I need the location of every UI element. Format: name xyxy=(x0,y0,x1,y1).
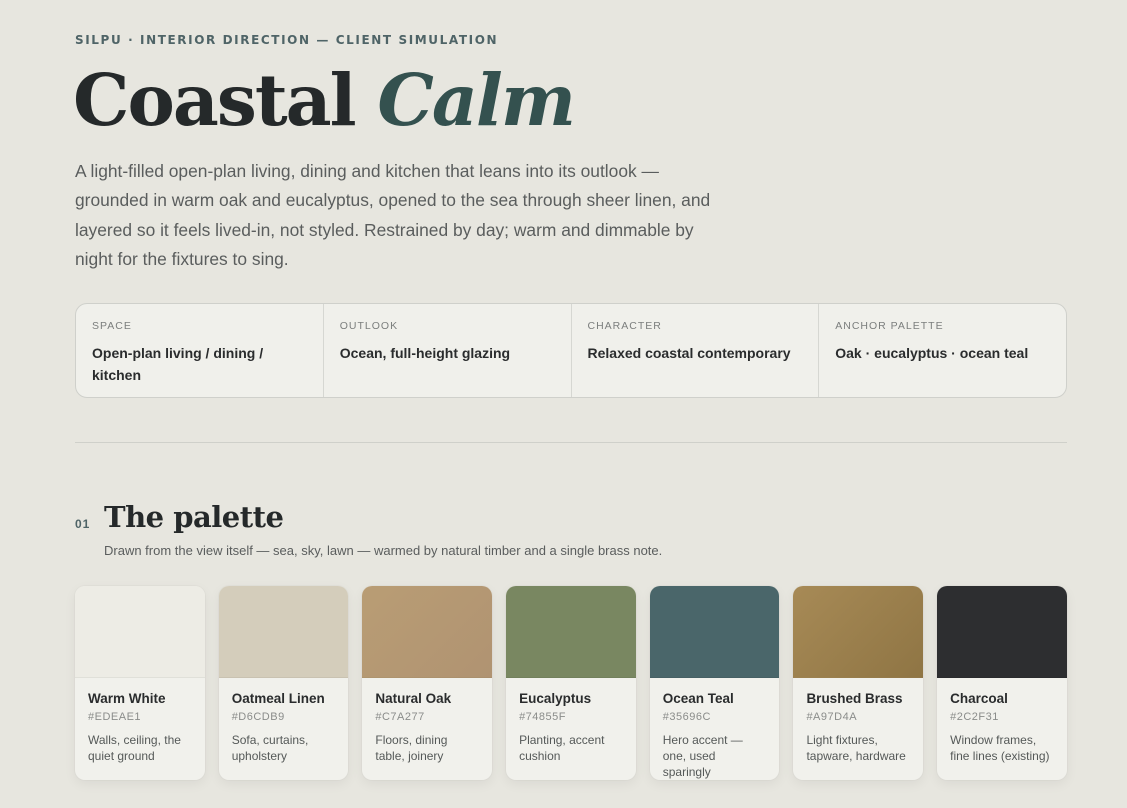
swatch-hex: #EDEAE1 xyxy=(88,711,142,723)
section-number: 01 xyxy=(75,517,91,531)
color-chip xyxy=(793,586,924,678)
fact-space: SPACE Open-plan living / dining / kitche… xyxy=(76,304,324,397)
color-chip xyxy=(937,586,1067,678)
swatch-oatmeal-linen[interactable]: Oatmeal Linen #D6CDB9 Sofa, curtains, up… xyxy=(218,586,349,780)
section-title: The palette xyxy=(104,500,284,534)
swatch-use: Walls, ceiling, the quiet ground xyxy=(88,733,181,763)
swatch-hex: #C7A277 xyxy=(375,711,425,723)
swatch-use: Sofa, curtains, upholstery xyxy=(231,733,309,763)
section-divider xyxy=(75,442,1067,443)
eyebrow: SILPU · INTERIOR DIRECTION — CLIENT SIMU… xyxy=(75,33,499,47)
page-title: Coastal Calm xyxy=(73,58,576,142)
section-subtitle: Drawn from the view itself — sea, sky, l… xyxy=(104,543,663,558)
color-chip xyxy=(649,586,780,678)
fact-value: Relaxed coastal contemporary xyxy=(587,345,791,361)
swatch-name: Oatmeal Linen xyxy=(231,691,325,706)
swatch-natural-oak[interactable]: Natural Oak #C7A277 Floors, dining table… xyxy=(362,586,493,780)
swatch-hex: #A97D4A xyxy=(806,711,858,723)
fact-value: Ocean, full-height glazing xyxy=(339,345,511,361)
swatch-name: Eucalyptus xyxy=(519,691,592,706)
color-chip xyxy=(506,586,636,678)
swatch-use: Light fixtures, tapware, hardware xyxy=(806,733,906,763)
swatch-warm-white[interactable]: Warm White #EDEAE1 Walls, ceiling, the q… xyxy=(75,586,205,780)
swatch-name: Brushed Brass xyxy=(806,691,903,706)
swatch-name: Charcoal xyxy=(950,691,1008,706)
fact-label: CHARACTER xyxy=(587,320,662,332)
fact-label: OUTLOOK xyxy=(339,320,399,332)
fact-value: Oak · eucalyptus · ocean teal xyxy=(835,345,1029,361)
swatch-name: Ocean Teal xyxy=(662,691,734,706)
intro-text: A light-filled open-plan living, dining … xyxy=(75,161,711,270)
swatch-charcoal[interactable]: Charcoal #2C2F31 Window frames, fine lin… xyxy=(937,586,1067,780)
swatch-use: Window frames, fine lines (existing) xyxy=(950,733,1050,763)
swatch-hex: #2C2F31 xyxy=(950,711,999,723)
swatch-use: Floors, dining table, joinery xyxy=(375,733,448,763)
fact-value: Open-plan living / dining / kitchen xyxy=(92,345,264,383)
title-accent: Calm xyxy=(377,58,576,142)
swatch-ocean-teal[interactable]: Ocean Teal #35696C Hero accent — one, us… xyxy=(649,586,780,780)
facts-panel: SPACE Open-plan living / dining / kitche… xyxy=(75,303,1067,398)
color-chip xyxy=(218,586,349,678)
color-chip xyxy=(75,586,205,678)
title-main: Coastal xyxy=(73,58,357,142)
fact-anchor-palette: ANCHOR PALETTE Oak · eucalyptus · ocean … xyxy=(819,304,1066,397)
palette-swatches: Warm White #EDEAE1 Walls, ceiling, the q… xyxy=(75,586,1067,780)
swatch-name: Natural Oak xyxy=(375,691,452,706)
swatch-use: Planting, accent cushion xyxy=(519,733,605,763)
swatch-name: Warm White xyxy=(88,691,166,706)
fact-character: CHARACTER Relaxed coastal contemporary xyxy=(572,304,820,397)
swatch-hex: #35696C xyxy=(662,711,711,723)
color-chip xyxy=(362,586,493,678)
swatch-eucalyptus[interactable]: Eucalyptus #74855F Planting, accent cush… xyxy=(506,586,636,780)
swatch-hex: #D6CDB9 xyxy=(231,711,285,723)
fact-label: SPACE xyxy=(92,320,132,332)
swatch-hex: #74855F xyxy=(519,711,566,723)
fact-outlook: OUTLOOK Ocean, full-height glazing xyxy=(324,304,572,397)
fact-label: ANCHOR PALETTE xyxy=(835,320,944,332)
swatch-brushed-brass[interactable]: Brushed Brass #A97D4A Light fixtures, ta… xyxy=(793,586,924,780)
swatch-use: Hero accent — one, used sparingly xyxy=(662,733,743,779)
